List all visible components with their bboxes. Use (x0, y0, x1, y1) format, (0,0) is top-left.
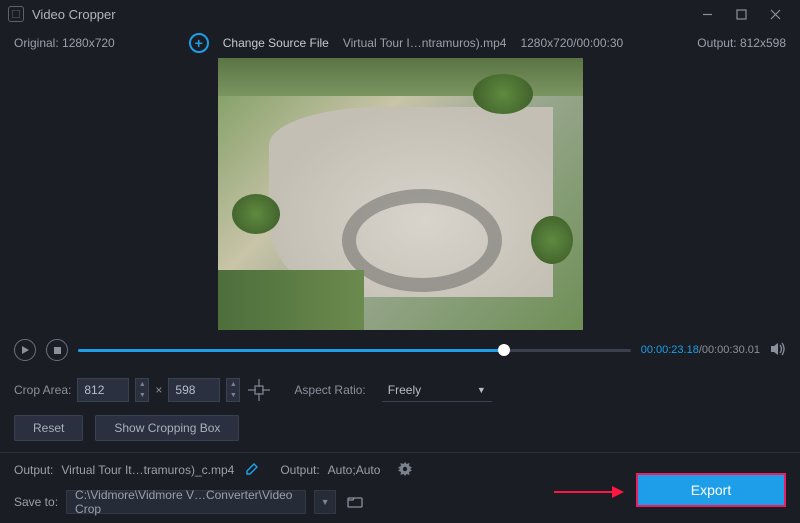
time-total: /00:00:30.01 (699, 344, 760, 356)
seek-thumb[interactable] (498, 344, 510, 356)
aspect-ratio-value: Freely (388, 383, 421, 397)
video-preview[interactable] (218, 58, 583, 330)
edit-icon[interactable] (246, 463, 258, 478)
output-label-1: Output: (14, 463, 53, 477)
output-label-2: Output: (280, 463, 319, 477)
close-button[interactable] (758, 0, 792, 28)
gear-icon[interactable] (398, 462, 412, 479)
output-filename: Virtual Tour It…tramuros)_c.mp4 (61, 463, 234, 477)
crop-area-label: Crop Area: (14, 383, 71, 397)
play-button[interactable] (14, 339, 36, 361)
save-path-dropdown[interactable]: ▼ (314, 490, 336, 514)
reset-button[interactable]: Reset (14, 415, 83, 441)
source-meta: 1280x720/00:00:30 (520, 36, 623, 50)
seek-bar[interactable] (78, 349, 631, 352)
crop-width-spinner[interactable]: ▲▼ (135, 378, 149, 402)
output-preset: Auto;Auto (328, 463, 381, 477)
source-filename: Virtual Tour I…ntramuros).mp4 (343, 36, 507, 50)
divider (0, 452, 800, 453)
playback-time: 00:00:23.18/00:00:30.01 (641, 344, 760, 356)
crop-height-spinner[interactable]: ▲▼ (226, 378, 240, 402)
chevron-down-icon: ▼ (477, 385, 486, 395)
app-title: Video Cropper (32, 7, 690, 22)
playback-controls: 00:00:23.18/00:00:30.01 (0, 330, 800, 370)
titlebar: Video Cropper (0, 0, 800, 28)
app-logo-icon (8, 6, 24, 22)
show-cropping-box-button[interactable]: Show Cropping Box (95, 415, 239, 441)
maximize-button[interactable] (724, 0, 758, 28)
crop-width-input[interactable]: 812 (77, 378, 129, 402)
original-size-label: Original: 1280x720 (14, 36, 115, 50)
seek-fill (78, 349, 504, 352)
save-path-input[interactable]: C:\Vidmore\Vidmore V…Converter\Video Cro… (66, 490, 306, 514)
open-folder-icon[interactable] (344, 490, 366, 514)
change-source-button[interactable]: Change Source File (223, 36, 329, 50)
time-current: 00:00:23.18 (641, 344, 699, 356)
multiply-symbol: × (155, 383, 162, 397)
aspect-ratio-select[interactable]: Freely ▼ (382, 378, 492, 402)
add-source-icon[interactable]: + (189, 33, 209, 53)
preview-area (0, 58, 800, 330)
output-size-label: Output: 812x598 (697, 36, 786, 50)
annotation-arrow (554, 491, 622, 493)
aspect-ratio-label: Aspect Ratio: (294, 383, 365, 397)
stop-button[interactable] (46, 339, 68, 361)
button-row: Reset Show Cropping Box (0, 410, 800, 446)
info-bar: Original: 1280x720 + Change Source File … (0, 28, 800, 58)
crop-settings-row: Crop Area: 812 ▲▼ × 598 ▲▼ Aspect Ratio:… (0, 370, 800, 410)
minimize-button[interactable] (690, 0, 724, 28)
volume-icon[interactable] (770, 342, 786, 359)
crop-center-icon[interactable] (248, 379, 270, 401)
crop-height-input[interactable]: 598 (168, 378, 220, 402)
export-button[interactable]: Export (636, 473, 786, 507)
save-to-label: Save to: (14, 495, 58, 509)
